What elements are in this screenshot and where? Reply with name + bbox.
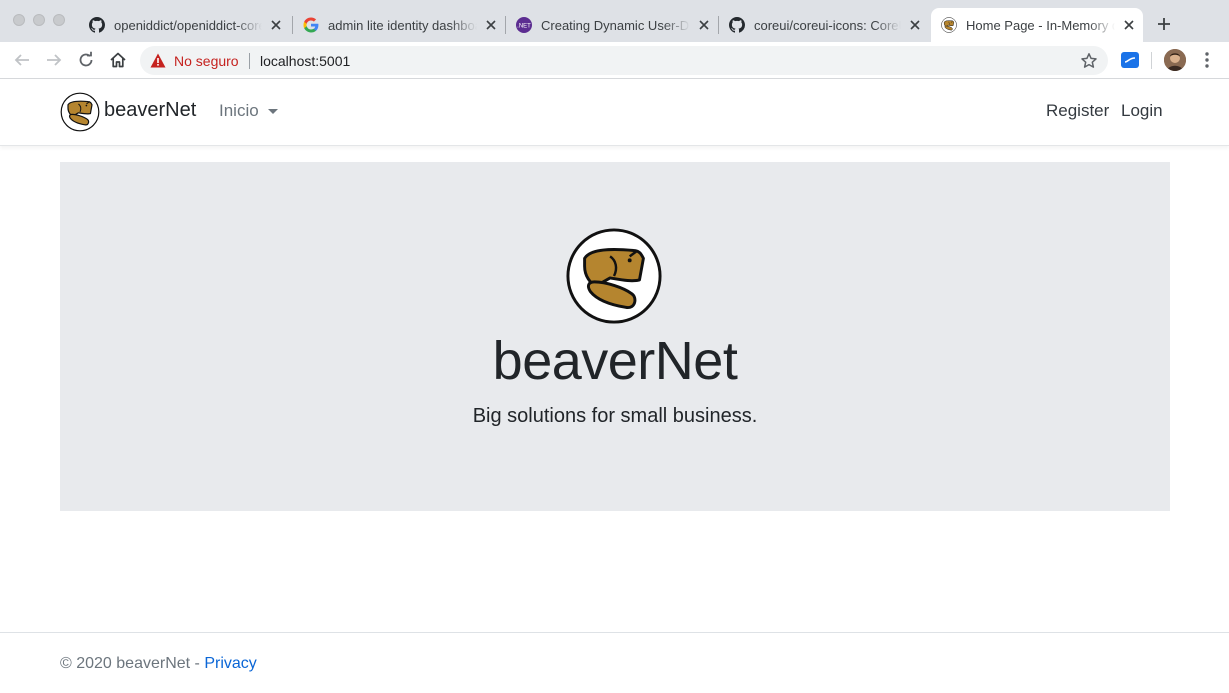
browser-toolbar: No seguro localhost:5001 [0, 42, 1229, 79]
register-link[interactable]: Register [1046, 101, 1109, 121]
browser-tab[interactable]: .NET Creating Dynamic User-Defined [508, 8, 718, 42]
browser-tab-active[interactable]: Home Page - In-Memory demo [931, 8, 1143, 42]
github-icon [89, 17, 105, 33]
close-icon[interactable] [483, 17, 499, 33]
svg-text:.NET: .NET [517, 24, 531, 30]
tab-title: coreui/coreui-icons: CoreUI [754, 17, 901, 33]
menu-kebab-icon[interactable] [1200, 51, 1214, 69]
reload-icon[interactable] [76, 50, 96, 70]
browser-tab-strip: openiddict/openiddict-core admin lite id… [0, 0, 1229, 42]
tab-title: Home Page - In-Memory demo [966, 17, 1115, 33]
toolbar-separator [1151, 52, 1152, 69]
hero-tagline: Big solutions for small business. [472, 405, 758, 427]
tab-title: openiddict/openiddict-core [114, 17, 262, 33]
close-icon[interactable] [907, 17, 923, 33]
zoom-window-button[interactable] [53, 14, 65, 26]
extension-icon[interactable] [1121, 52, 1139, 68]
site-footer: © 2020 beaverNet - Privacy [0, 632, 1229, 693]
google-icon [303, 17, 319, 33]
tab-separator [718, 16, 719, 34]
close-icon[interactable] [1121, 17, 1137, 33]
browser-tab[interactable]: openiddict/openiddict-core [80, 8, 290, 42]
brand-name: beaverNet [104, 98, 197, 121]
back-icon[interactable] [12, 50, 32, 70]
github-icon [729, 17, 745, 33]
inicio-dropdown[interactable]: Inicio [219, 101, 278, 121]
forward-icon[interactable] [44, 50, 64, 70]
dotnet-icon: .NET [516, 17, 532, 33]
browser-tab[interactable]: coreui/coreui-icons: CoreUI [721, 8, 929, 42]
url-text[interactable]: localhost:5001 [260, 53, 350, 69]
beaver-icon [941, 17, 957, 33]
brand-link[interactable]: beaverNet [60, 92, 196, 132]
home-icon[interactable] [108, 50, 128, 70]
tab-separator [292, 16, 293, 34]
profile-avatar[interactable] [1164, 49, 1186, 71]
tab-title: Creating Dynamic User-Defined [541, 17, 690, 33]
bookmark-star-icon[interactable] [1080, 52, 1098, 70]
inicio-label: Inicio [219, 101, 259, 120]
address-divider [249, 53, 250, 69]
close-window-button[interactable] [13, 14, 25, 26]
beaver-logo-icon [565, 227, 663, 325]
login-link[interactable]: Login [1121, 101, 1163, 121]
close-icon[interactable] [696, 17, 712, 33]
new-tab-icon[interactable] [1155, 15, 1173, 33]
hero-title: beaverNet [492, 331, 738, 391]
warning-icon[interactable] [150, 53, 166, 68]
site-navbar: beaverNet Inicio Register Login [0, 79, 1229, 146]
tab-separator [505, 16, 506, 34]
minimize-window-button[interactable] [33, 14, 45, 26]
tab-title: admin lite identity dashboard [328, 17, 477, 33]
footer-text: © 2020 beaverNet - Privacy [60, 655, 257, 673]
beaver-logo-icon [60, 92, 100, 132]
caret-down-icon [267, 108, 278, 114]
copyright-text: © 2020 beaverNet - [60, 655, 205, 672]
privacy-link[interactable]: Privacy [204, 655, 256, 672]
security-status[interactable]: No seguro [174, 53, 239, 69]
browser-tab[interactable]: admin lite identity dashboard [295, 8, 505, 42]
hero-jumbotron: beaverNet Big solutions for small busine… [60, 162, 1170, 511]
address-bar[interactable]: No seguro localhost:5001 [140, 46, 1108, 75]
close-icon[interactable] [268, 17, 284, 33]
